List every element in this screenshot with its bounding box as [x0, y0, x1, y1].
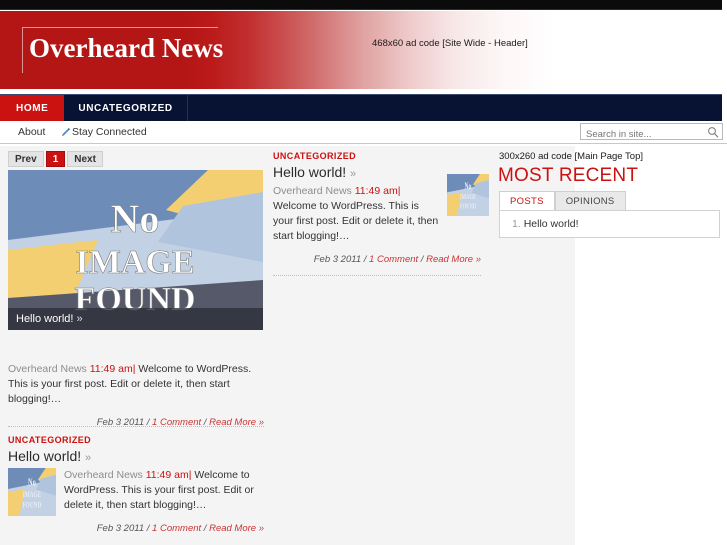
left-post-title-text: Hello world!: [8, 448, 82, 464]
left-post-time: 11:49 am: [145, 469, 189, 481]
left-post-comments-link[interactable]: 1 Comment: [152, 523, 201, 534]
nav-item-uncategorized[interactable]: UNCATEGORIZED: [64, 95, 188, 122]
tab-opinions[interactable]: OPINIONS: [554, 191, 626, 210]
sidebar-heading: MOST RECENT: [498, 165, 639, 186]
mid-post-time: 11:49 am: [354, 185, 398, 197]
no-image-found-thumb-mid: No IMAGE FOUND: [447, 174, 489, 216]
left-post-author: Overheard News: [64, 469, 143, 481]
left-post-date: Feb 3 2011: [96, 523, 145, 534]
svg-text:No: No: [465, 181, 472, 192]
site-header: Overheard News 468x60 ad code [Site Wide…: [0, 11, 727, 89]
mid-post-title-text: Hello world!: [273, 164, 347, 180]
subnav-item-about[interactable]: About: [18, 126, 45, 138]
lead-excerpt: Overheard News 11:49 am| Welcome to Word…: [8, 362, 264, 430]
mid-post-title-arrow: »: [350, 168, 357, 180]
site-logo[interactable]: Overheard News: [22, 27, 224, 73]
search-input[interactable]: [581, 127, 699, 142]
left-post-item: UNCATEGORIZED Hello world! » No IMAGE FO…: [8, 426, 264, 536]
list-item[interactable]: 1. Hello world!: [500, 211, 719, 230]
mid-post-slash-2: /: [420, 254, 424, 265]
nav-item-home[interactable]: HOME: [0, 95, 65, 122]
top-black-bar: [0, 0, 722, 10]
mid-post-separator: [273, 275, 481, 276]
left-post-category[interactable]: UNCATEGORIZED: [8, 435, 264, 445]
header-ad-placeholder: 468x60 ad code [Site Wide - Header]: [372, 38, 528, 49]
main-content: Prev1Next No IMAGE FOUND Hello world!: [0, 146, 727, 545]
page-root: Overheard News 468x60 ad code [Site Wide…: [0, 0, 727, 545]
list-item-label: Hello world!: [523, 218, 579, 230]
sidebar-tabs: POSTS OPINIONS: [499, 191, 626, 210]
mid-post-read-more-link[interactable]: Read More »: [426, 254, 481, 265]
lead-author: Overheard News: [8, 363, 87, 375]
svg-text:IMAGE: IMAGE: [23, 490, 42, 500]
site-logo-text: Overheard News: [29, 33, 224, 63]
primary-nav: HOME UNCATEGORIZED: [0, 94, 722, 122]
svg-text:FOUND: FOUND: [460, 204, 477, 211]
no-image-found-graphic: No IMAGE FOUND: [8, 170, 263, 330]
mid-post-date: Feb 3 2011: [313, 254, 362, 265]
svg-text:No: No: [28, 476, 36, 488]
svg-text:IMAGE: IMAGE: [76, 244, 195, 281]
mid-post-slash-1: /: [363, 254, 367, 265]
lead-separator: |: [132, 363, 136, 375]
search-box[interactable]: [580, 123, 723, 142]
pager-next[interactable]: Next: [67, 151, 103, 167]
featured-caption[interactable]: Hello world! »: [8, 308, 263, 330]
left-post-title-arrow: »: [85, 452, 92, 464]
sidebar-ad-placeholder: 300x260 ad code [Main Page Top]: [499, 151, 644, 162]
mid-post-separator-char: |: [397, 185, 401, 197]
sidebar-tab-panel: 1. Hello world!: [499, 210, 720, 238]
list-item-number: 1.: [512, 218, 521, 230]
left-post-meta: Feb 3 2011 / 1 Comment / Read More »: [8, 521, 264, 536]
left-post-read-more-link[interactable]: Read More »: [209, 523, 264, 534]
svg-text:IMAGE: IMAGE: [460, 194, 476, 201]
svg-text:No: No: [111, 196, 160, 241]
left-post-separator-char: |: [188, 469, 192, 481]
mid-post-excerpt: Overheard News 11:49 am| Welcome to Word…: [273, 184, 441, 244]
mid-post-text: Welcome to WordPress. This is your first…: [273, 200, 439, 242]
mid-post-author: Overheard News: [273, 185, 352, 197]
search-icon[interactable]: [707, 126, 719, 138]
featured-image[interactable]: No IMAGE FOUND Hello world! »: [8, 170, 263, 330]
mid-post-meta: Feb 3 2011 / 1 Comment / Read More »: [273, 254, 481, 265]
pager-prev[interactable]: Prev: [8, 151, 44, 167]
mid-post-comments-link[interactable]: 1 Comment: [369, 254, 418, 265]
pagination: Prev 1 Next: [8, 151, 105, 167]
tab-posts[interactable]: POSTS: [499, 191, 555, 210]
mid-post-category[interactable]: UNCATEGORIZED: [273, 151, 485, 161]
svg-text:FOUND: FOUND: [23, 500, 42, 510]
subnav-item-stay-connected[interactable]: Stay Connected: [72, 126, 147, 138]
mid-post-thumbnail[interactable]: No IMAGE FOUND: [447, 174, 489, 216]
no-image-found-thumb: No IMAGE FOUND: [8, 468, 56, 516]
left-post-slash-1: /: [146, 523, 150, 534]
left-post-slash-2: /: [203, 523, 207, 534]
left-post-title[interactable]: Hello world! »: [8, 448, 264, 464]
featured-caption-text: Hello world!: [16, 313, 74, 325]
pencil-icon: [61, 128, 70, 137]
lead-time: 11:49 am: [89, 363, 133, 375]
left-post-thumbnail[interactable]: No IMAGE FOUND: [8, 468, 56, 516]
pager-page-1[interactable]: 1: [45, 151, 66, 167]
featured-caption-arrow: »: [76, 313, 83, 325]
